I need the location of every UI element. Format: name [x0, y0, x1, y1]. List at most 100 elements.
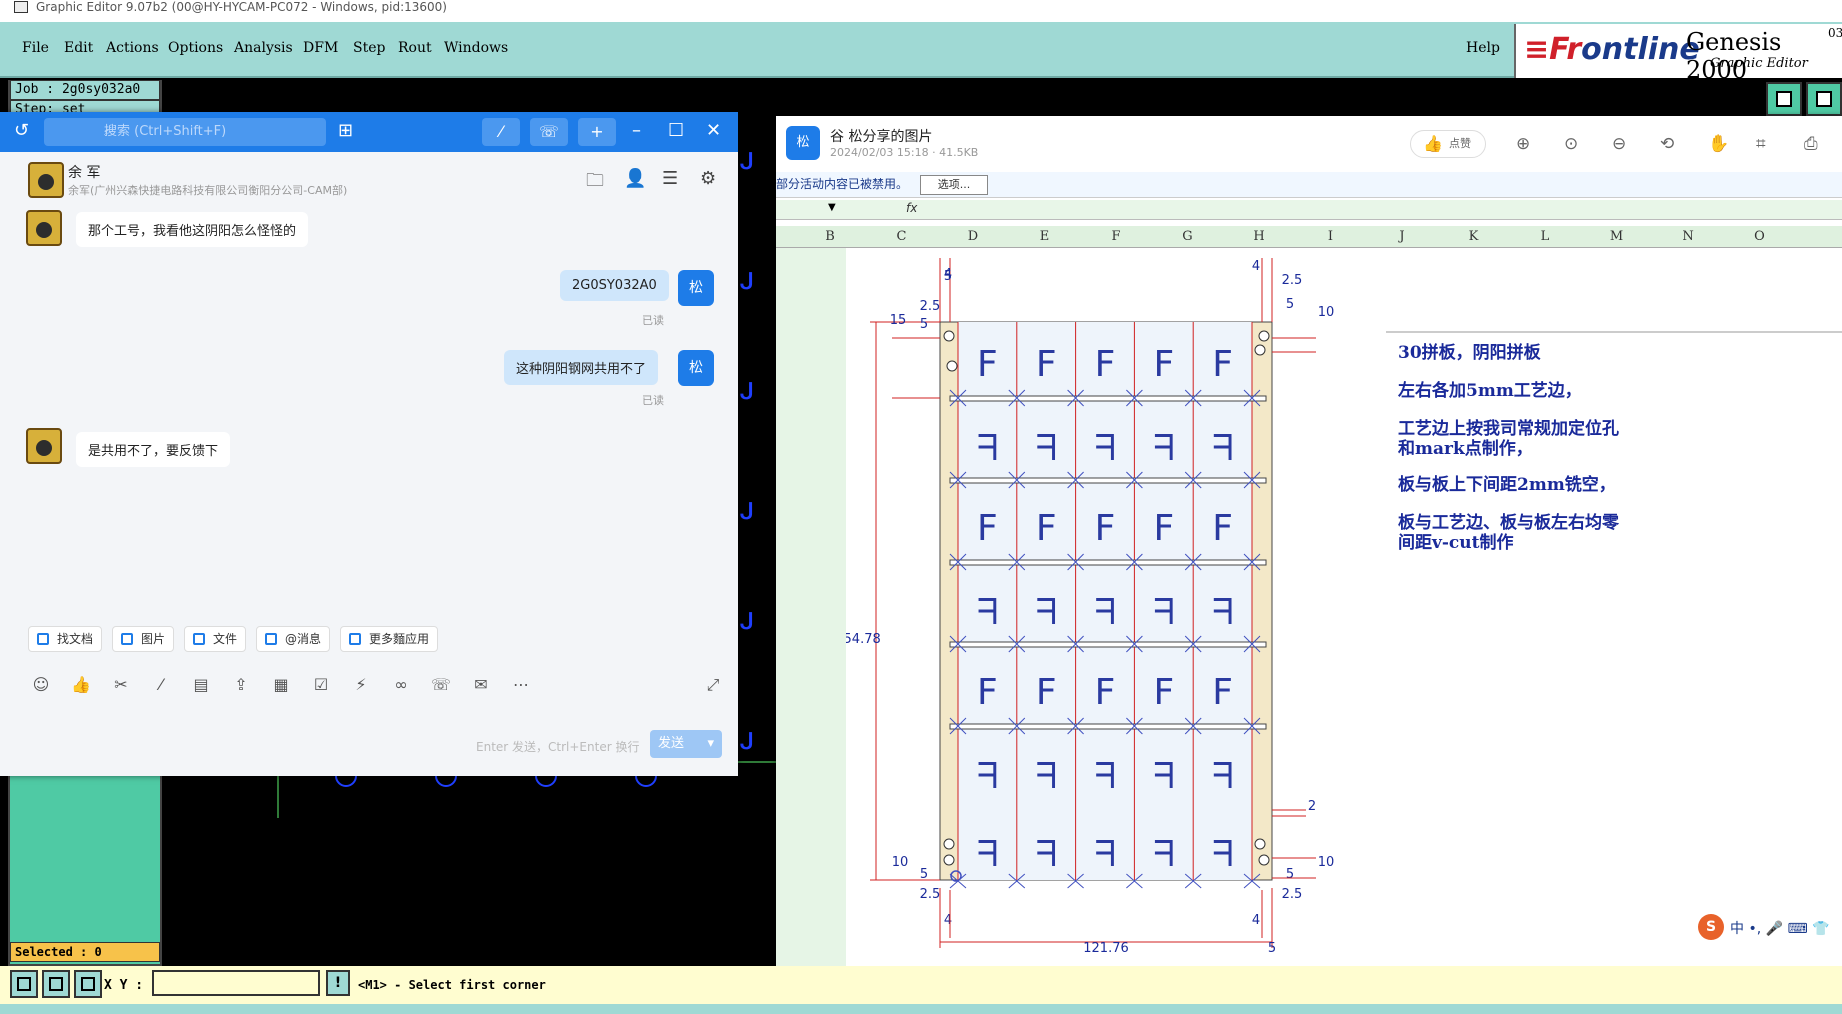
zoom-out-icon[interactable]: ⊖ [1612, 134, 1626, 154]
phone-icon[interactable]: ☏ [430, 674, 452, 696]
send-button[interactable]: 发送 ▾ [650, 730, 722, 758]
my-avatar[interactable]: 松 [678, 350, 714, 386]
menu-analysis[interactable]: Analysis [234, 40, 293, 56]
title-bar: Graphic Editor 9.07b2 (00@HY-HYCAM-PC072… [0, 0, 1842, 22]
apps-icon[interactable]: ⊞ [338, 120, 353, 141]
grid-mode-icon[interactable] [74, 970, 102, 998]
xy-input[interactable] [152, 970, 320, 996]
column-header-cell[interactable]: F [1080, 229, 1152, 244]
menu-rout[interactable]: Rout [398, 40, 432, 56]
menu-help[interactable]: Help [1466, 40, 1500, 56]
viewer-title: 谷 松分享的图片 [830, 129, 933, 145]
column-header-cell[interactable]: O [1724, 229, 1796, 244]
scissors-icon[interactable]: ✂ [110, 674, 132, 696]
dimension-text: 10 [892, 855, 909, 870]
tooling-hole [1258, 330, 1270, 342]
actual-size-icon[interactable]: ⊙ [1564, 134, 1578, 154]
status-strip [0, 1004, 1842, 1014]
minimize-icon[interactable]: – [632, 120, 641, 141]
thumbs-up-icon[interactable]: 👍 [70, 674, 92, 696]
new-doc-icon[interactable]: ▤ [190, 674, 212, 696]
mention-button[interactable]: @消息 [256, 626, 331, 652]
column-header-cell[interactable]: M [1581, 229, 1653, 244]
read-status: 已读 [642, 314, 664, 327]
column-header-cell[interactable]: D [937, 229, 1009, 244]
column-header-cell[interactable]: G [1152, 229, 1224, 244]
phone-icon-button[interactable]: ☏ [530, 118, 568, 146]
board-glyph: ᖷ [1036, 756, 1057, 797]
contact-org: 余军(广州兴森快捷电路科技有限公司衡阳分公司-CAM部) [68, 184, 348, 197]
options-button[interactable]: 选项... [920, 175, 988, 195]
my-avatar[interactable]: 松 [678, 270, 714, 306]
file-button[interactable]: 文件 [184, 626, 247, 652]
history-icon[interactable]: ↺ [14, 120, 29, 141]
calendar-icon[interactable]: ▦ [270, 674, 292, 696]
settings-gear-icon[interactable]: ⚙ [700, 168, 716, 189]
column-header-cell[interactable]: I [1295, 229, 1367, 244]
lightning-icon[interactable]: ⚡ [350, 674, 372, 696]
column-header-cell[interactable]: L [1509, 229, 1581, 244]
menu-options[interactable]: Options [168, 40, 223, 56]
column-header-cell[interactable]: N [1652, 229, 1724, 244]
pointer-mode-icon[interactable] [42, 970, 70, 998]
mail-icon[interactable]: ✉ [470, 674, 492, 696]
column-header-cell[interactable]: H [1223, 229, 1295, 244]
column-header-cell[interactable]: B [794, 229, 866, 244]
column-header-cell[interactable]: C [866, 229, 938, 244]
menu-dfm[interactable]: DFM [303, 40, 338, 56]
slash-command-icon[interactable]: ⁄ [150, 674, 172, 696]
close-icon[interactable]: ✕ [706, 120, 721, 141]
message-bubble: 是共用不了，要反馈下 [76, 432, 231, 467]
print-icon[interactable]: ⎙ [1804, 134, 1818, 154]
like-button[interactable]: 👍 点赞 [1410, 130, 1486, 158]
checkbox-icon[interactable]: ☑ [310, 674, 332, 696]
tooling-hole [943, 330, 955, 342]
magic-wand-icon-button[interactable]: ⁄ [482, 118, 520, 146]
column-header-cell[interactable]: E [1009, 229, 1081, 244]
warning-icon-button[interactable]: ! [326, 970, 350, 996]
hand-icon[interactable]: ✋ [1708, 134, 1729, 154]
board-glyph: ᖷ [1212, 834, 1233, 875]
warning-text: 部分活动内容已被禁用。 [776, 177, 909, 191]
status-hint: <M1> - Select first corner [358, 978, 546, 992]
download-icon-button[interactable] [1806, 82, 1842, 116]
add-person-icon[interactable]: 👤 [624, 168, 646, 189]
image-button[interactable]: 图片 [112, 626, 175, 652]
zoom-in-icon[interactable]: ⊕ [1516, 134, 1530, 154]
chevron-down-icon[interactable]: ▾ [707, 730, 714, 758]
selected-count: Selected : 0 [10, 942, 160, 962]
menu-edit[interactable]: Edit [64, 40, 93, 56]
menu-file[interactable]: File [22, 40, 49, 56]
menu-step[interactable]: Step [353, 40, 385, 56]
pcb-feature: ᒍ [740, 730, 754, 755]
expand-icon[interactable]: ⤢ [702, 674, 724, 696]
contact-avatar[interactable] [26, 428, 62, 464]
upload-icon[interactable]: ⇪ [230, 674, 252, 696]
ime-toolbar[interactable]: S 中 •, 🎤 ⌨ 👕 [1694, 912, 1842, 944]
chat-search-input[interactable]: 搜索 (Ctrl+Shift+F) [44, 118, 326, 146]
folder-icon[interactable]: 🗀 [586, 168, 604, 198]
rotate-icon[interactable]: ⟲ [1660, 134, 1674, 154]
upload-icon-button[interactable] [1766, 82, 1802, 116]
link-icon[interactable]: ∞ [390, 674, 412, 696]
dimension-text: 4 [944, 267, 952, 282]
select-mode-icon[interactable] [10, 970, 38, 998]
chat-titlebar: ↺ 搜索 (Ctrl+Shift+F) ⌕ ⊞ ⁄ ☏ + – ☐ ✕ [0, 112, 738, 152]
maximize-icon[interactable]: ☐ [668, 120, 684, 141]
column-header-cell[interactable]: K [1438, 229, 1510, 244]
dimension-text: 15 [890, 313, 907, 328]
more-apps-button[interactable]: 更多麵应用 [340, 626, 439, 652]
menu-windows[interactable]: Windows [444, 40, 508, 56]
column-header-cell[interactable]: J [1366, 229, 1438, 244]
add-icon-button[interactable]: + [578, 118, 616, 146]
emoji-icon[interactable]: ☺ [30, 674, 52, 696]
search-history-icon[interactable]: ☰ [662, 168, 678, 189]
mill-slot [949, 477, 1267, 484]
more-icon[interactable]: ⋯ [510, 674, 532, 696]
contact-avatar[interactable] [26, 210, 62, 246]
dimension-text: 154.78 [846, 632, 881, 647]
find-doc-button[interactable]: 找文档 [28, 626, 103, 652]
contact-avatar[interactable] [28, 162, 64, 198]
crop-icon[interactable]: ⌗ [1756, 134, 1766, 154]
menu-actions[interactable]: Actions [106, 40, 159, 56]
